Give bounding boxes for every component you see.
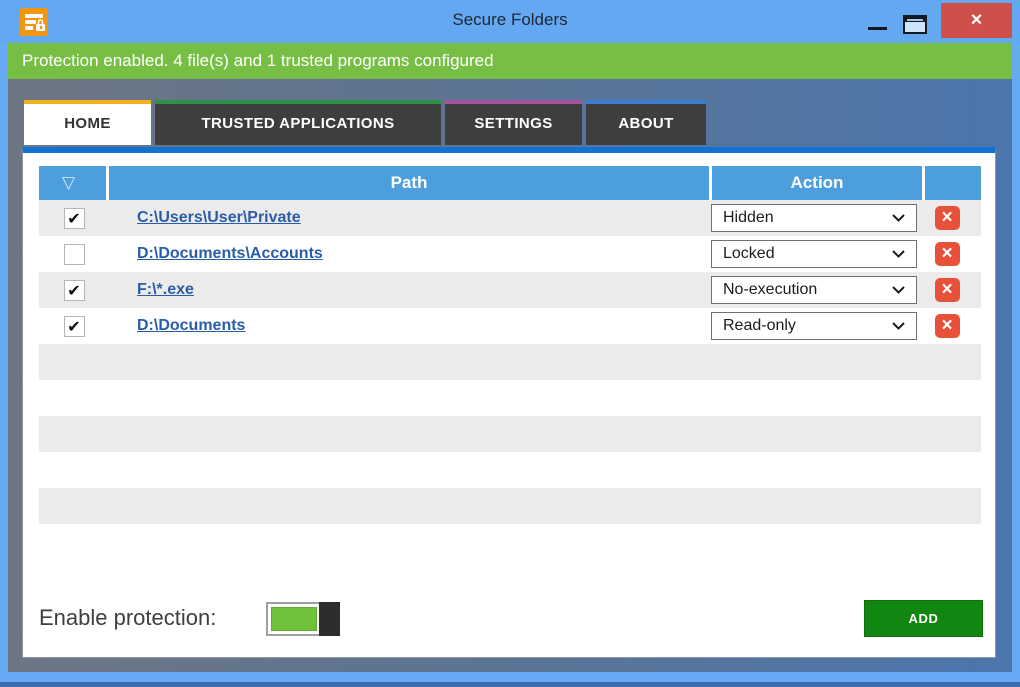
tab-settings[interactable]: SETTINGS xyxy=(445,100,582,145)
header-cell-delete xyxy=(925,166,981,200)
folders-table: ▽ Path Action ✔ C:\Users\User\Private Hi… xyxy=(39,166,981,560)
action-dropdown-value: Locked xyxy=(723,245,775,262)
chevron-down-icon xyxy=(892,214,905,222)
chevron-down-icon xyxy=(892,322,905,330)
action-dropdown[interactable]: Locked xyxy=(711,240,917,268)
enable-protection-toggle[interactable] xyxy=(266,602,340,636)
empty-table-row xyxy=(39,524,981,560)
chevron-down-icon xyxy=(892,286,905,294)
filter-icon[interactable]: ▽ xyxy=(62,173,75,193)
toggle-on-track xyxy=(271,607,317,631)
status-text: Protection enabled. 4 file(s) and 1 trus… xyxy=(22,51,494,70)
title-bar: Secure Folders × xyxy=(0,0,1020,43)
enable-protection-label: Enable protection: xyxy=(39,605,217,630)
empty-table-row xyxy=(39,416,981,452)
action-dropdown[interactable]: No-execution xyxy=(711,276,917,304)
tab-trusted-applications[interactable]: TRUSTED APPLICATIONS xyxy=(155,100,441,145)
table-row: ✔ F:\*.exe No-execution × xyxy=(39,272,981,308)
secure-folders-window: Secure Folders × Protection enabled. 4 f… xyxy=(0,0,1020,687)
add-button[interactable]: ADD xyxy=(864,600,983,637)
empty-table-row xyxy=(39,344,981,380)
tab-about[interactable]: ABOUT xyxy=(586,100,706,145)
row-checkbox[interactable] xyxy=(63,243,85,265)
delete-button[interactable]: × xyxy=(934,278,960,302)
header-cell-filter: ▽ xyxy=(39,166,106,200)
status-bar: Protection enabled. 4 file(s) and 1 trus… xyxy=(8,43,1012,79)
row-checkbox[interactable]: ✔ xyxy=(63,207,85,229)
table-row: ✔ D:\Documents Read-only × xyxy=(39,308,981,344)
path-link[interactable]: D:\Documents xyxy=(137,317,245,334)
chevron-down-icon xyxy=(892,250,905,258)
content-panel: ▽ Path Action ✔ C:\Users\User\Private Hi… xyxy=(22,147,996,658)
tab-bar: HOME TRUSTED APPLICATIONS SETTINGS ABOUT xyxy=(24,100,706,145)
delete-button[interactable]: × xyxy=(934,206,960,230)
header-cell-path: Path xyxy=(109,166,709,200)
toggle-knob xyxy=(319,602,340,636)
action-dropdown[interactable]: Read-only xyxy=(711,312,917,340)
action-dropdown[interactable]: Hidden xyxy=(711,204,917,232)
action-dropdown-value: Hidden xyxy=(723,209,774,226)
action-dropdown-value: Read-only xyxy=(723,317,796,334)
window-title: Secure Folders xyxy=(452,10,568,29)
empty-table-row xyxy=(39,452,981,488)
empty-table-row xyxy=(39,380,981,416)
delete-button[interactable]: × xyxy=(934,242,960,266)
path-link[interactable]: C:\Users\User\Private xyxy=(137,209,301,226)
table-header-row: ▽ Path Action xyxy=(39,166,981,200)
action-dropdown-value: No-execution xyxy=(723,281,818,298)
path-link[interactable]: F:\*.exe xyxy=(137,281,194,298)
close-button[interactable]: × xyxy=(941,3,1012,38)
row-checkbox[interactable]: ✔ xyxy=(63,315,85,337)
delete-button[interactable]: × xyxy=(934,314,960,338)
path-link[interactable]: D:\Documents\Accounts xyxy=(137,245,323,262)
table-row: ✔ C:\Users\User\Private Hidden × xyxy=(39,200,981,236)
header-cell-action: Action xyxy=(712,166,922,200)
maximize-button[interactable] xyxy=(903,15,927,34)
window-frame-bottom xyxy=(0,682,1020,687)
row-checkbox[interactable]: ✔ xyxy=(63,279,85,301)
empty-table-row xyxy=(39,488,981,524)
minimize-button[interactable] xyxy=(868,27,887,30)
table-row: D:\Documents\Accounts Locked × xyxy=(39,236,981,272)
tab-home[interactable]: HOME xyxy=(24,100,151,145)
